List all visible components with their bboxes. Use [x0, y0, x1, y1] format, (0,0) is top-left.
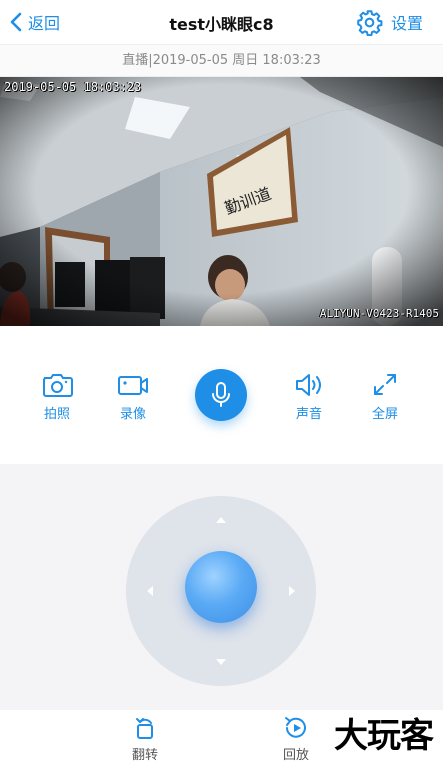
pan-right-arrow-icon[interactable] [289, 586, 295, 596]
camera-icon [43, 374, 73, 397]
flip-label: 翻转 [131, 748, 158, 763]
video-osd-device-id: ALIYUN-V0423-R1405 [319, 307, 439, 320]
live-status-bar: 直播|2019-05-05 周日 18:03:23 [0, 44, 443, 77]
playback-button[interactable]: 回放 [266, 715, 326, 763]
expand-icon [374, 374, 396, 395]
pan-up-arrow-icon[interactable] [216, 517, 226, 523]
top-navigation-bar: 返回 test小眯眼c8 设置 [0, 0, 443, 44]
direction-joystick-knob[interactable] [185, 551, 257, 623]
record-button[interactable]: 录像 [103, 372, 163, 422]
speaker-icon [296, 374, 321, 396]
gear-icon [357, 9, 383, 36]
watermark-logo: 大玩客 [334, 716, 434, 756]
live-video-view[interactable]: 勤训道 2019-05-05 18:03:23 ALIYUN-V0423-R14… [0, 77, 443, 326]
pan-down-arrow-icon[interactable] [216, 659, 226, 665]
ptz-control-area [0, 464, 443, 710]
sound-label: 声音 [295, 407, 322, 422]
sound-button[interactable]: 声音 [279, 372, 339, 422]
direction-pad[interactable] [126, 496, 316, 686]
bottom-action-bar: 翻转 回放 大玩客 [0, 710, 443, 763]
playback-label: 回放 [282, 748, 309, 763]
snapshot-button[interactable]: 拍照 [27, 372, 87, 422]
video-osd-timestamp: 2019-05-05 18:03:23 [4, 80, 142, 94]
replay-icon [285, 717, 306, 738]
settings-button[interactable]: 设置 [356, 7, 423, 37]
settings-label: 设置 [390, 14, 423, 33]
flip-button[interactable]: 翻转 [115, 715, 175, 763]
camera-controls-toolbar: 拍照 录像 声音 全屏 [0, 326, 443, 464]
fullscreen-label: 全屏 [371, 407, 398, 422]
snapshot-label: 拍照 [43, 407, 70, 422]
video-camera-icon [118, 376, 148, 395]
microphone-icon [212, 382, 230, 407]
talk-button[interactable] [195, 369, 247, 421]
record-label: 录像 [119, 407, 146, 422]
camera-feed-image: 勤训道 [0, 77, 443, 326]
fullscreen-button[interactable]: 全屏 [355, 372, 415, 422]
pan-left-arrow-icon[interactable] [147, 586, 153, 596]
rotate-icon [136, 718, 153, 739]
